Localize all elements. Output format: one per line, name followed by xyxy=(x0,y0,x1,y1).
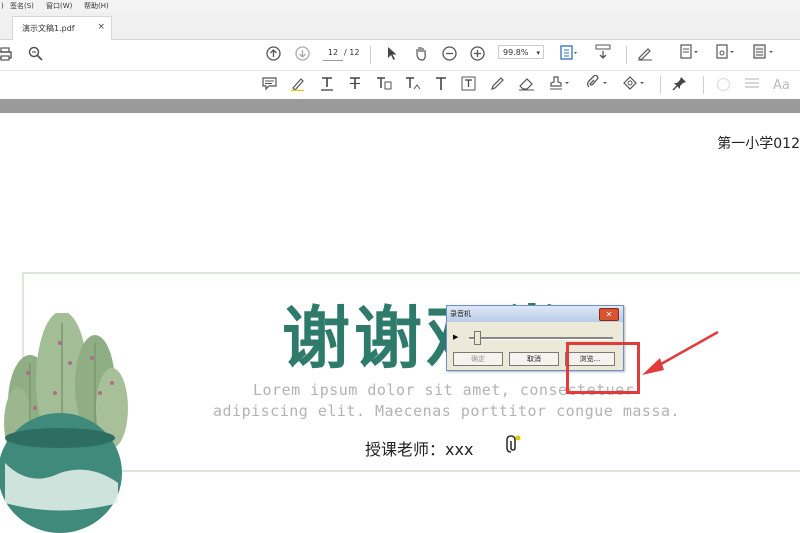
teacher-label: 授课老师：xxx xyxy=(365,440,474,459)
menu-item-partial[interactable]: ) xyxy=(1,0,4,12)
cactus-illustration xyxy=(0,313,128,533)
line-width-icon[interactable] xyxy=(744,77,760,91)
eraser-icon[interactable] xyxy=(518,76,535,91)
page-header-text: 第一小学012 xyxy=(717,136,800,152)
attach-file-icon[interactable] xyxy=(585,75,609,91)
typewriter-icon[interactable] xyxy=(434,76,448,91)
dialog-close-button[interactable]: ✕ xyxy=(599,308,619,321)
menu-item-help[interactable]: 帮助(H) xyxy=(84,0,109,12)
chevron-down-icon: ▾ xyxy=(536,49,540,57)
slide-subtitle-line2: adipiscing elit. Maecenas porttitor cong… xyxy=(213,402,681,420)
prev-page-icon[interactable] xyxy=(266,46,281,61)
document-scroll-gap xyxy=(0,99,800,113)
document-properties-icon[interactable] xyxy=(753,44,775,60)
cactus-pot xyxy=(0,413,122,533)
zoom-out-icon[interactable] xyxy=(442,46,457,61)
tab-bar: 演示文稿1.pdf × xyxy=(0,12,800,40)
page-total: / 12 xyxy=(344,48,360,57)
zoom-in-icon[interactable] xyxy=(470,46,485,61)
file-attachment-icon[interactable] xyxy=(505,434,523,456)
red-arrow-annotation xyxy=(642,330,719,375)
export-page-icon[interactable] xyxy=(716,44,736,60)
insert-text-icon[interactable] xyxy=(405,76,421,91)
menu-bar: ) 签名(S) 窗口(W) 帮助(H) xyxy=(0,0,800,12)
hand-tool-icon[interactable] xyxy=(414,45,428,61)
cancel-button[interactable]: 取消 xyxy=(509,352,559,366)
comment-icon[interactable] xyxy=(262,76,277,91)
select-cursor-icon[interactable] xyxy=(386,46,398,61)
tab-close-icon[interactable]: × xyxy=(97,22,105,32)
sign-pen-icon[interactable] xyxy=(637,45,653,61)
stamp-icon[interactable] xyxy=(548,75,570,91)
ok-button[interactable]: 确定 xyxy=(453,352,503,366)
menu-item-sign[interactable]: 签名(S) xyxy=(10,0,34,12)
zoom-level-select[interactable]: 99.8% ▾ xyxy=(498,45,544,59)
strikethrough-text-icon[interactable] xyxy=(348,76,362,91)
zoom-level-value: 99.8% xyxy=(503,48,529,57)
playback-slider-thumb[interactable] xyxy=(474,331,481,345)
tab-title: 演示文稿1.pdf xyxy=(22,24,75,33)
zoom-out-search-icon[interactable] xyxy=(28,46,44,62)
svg-text:Aa: Aa xyxy=(773,78,790,92)
highlight-box-annotation xyxy=(566,342,640,394)
print-icon[interactable] xyxy=(0,47,12,61)
next-page-icon[interactable] xyxy=(295,46,310,61)
text-box-icon[interactable] xyxy=(461,76,476,91)
page-options-icon[interactable] xyxy=(680,44,700,60)
pin-icon[interactable] xyxy=(672,76,687,91)
toolbar-divider xyxy=(370,46,371,64)
scroll-mode-icon[interactable] xyxy=(595,44,611,60)
toolbar-divider xyxy=(660,76,661,94)
color-circle-icon[interactable] xyxy=(716,77,731,92)
tab-document[interactable]: 演示文稿1.pdf × xyxy=(12,16,112,40)
dialog-titlebar[interactable]: 录音机 ✕ xyxy=(447,306,623,322)
play-icon[interactable]: ▶ xyxy=(453,333,458,341)
pencil-icon[interactable] xyxy=(490,76,505,91)
toolbar-divider xyxy=(703,76,704,94)
fit-page-icon[interactable] xyxy=(560,45,578,61)
text-format-icon[interactable]: Aa xyxy=(772,76,792,92)
toolbar-divider xyxy=(626,46,627,64)
dialog-title: 录音机 xyxy=(450,310,471,318)
replace-text-icon[interactable] xyxy=(376,76,392,91)
page-number-input[interactable]: 12 xyxy=(323,46,343,61)
playback-slider-track[interactable] xyxy=(469,337,613,340)
shapes-icon[interactable] xyxy=(622,75,646,91)
highlight-icon[interactable] xyxy=(290,76,305,91)
menu-item-window[interactable]: 窗口(W) xyxy=(46,0,72,12)
underline-text-icon[interactable] xyxy=(320,76,334,91)
